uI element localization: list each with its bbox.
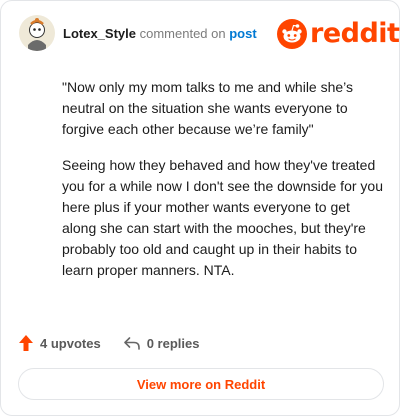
reddit-logo[interactable]: reddit — [277, 17, 400, 51]
comment-byline: Lotex_Style commented on post — [63, 26, 257, 41]
reddit-snoo-icon — [277, 19, 307, 49]
upvote-arrow-icon — [19, 335, 33, 351]
upvote-button[interactable]: 4 upvotes — [18, 334, 101, 352]
comment-card: Lotex_Style commented on post reddit "No… — [0, 0, 400, 416]
comment-body: "Now only my mom talks to me and while s… — [62, 77, 384, 296]
reddit-wordmark: reddit — [310, 18, 400, 49]
comment-paragraph-quote: "Now only my mom talks to me and while s… — [62, 79, 354, 137]
comment-actions: 4 upvotes 0 replies — [18, 334, 199, 352]
upvote-count: 4 upvotes — [40, 335, 101, 351]
comment-paragraph-main: Seeing how they behaved and how they've … — [62, 157, 383, 278]
reply-icon — [123, 337, 140, 350]
username[interactable]: Lotex_Style — [63, 26, 136, 41]
avatar[interactable] — [19, 15, 55, 51]
post-link[interactable]: post — [229, 26, 256, 41]
action-text: commented on — [139, 26, 226, 41]
view-more-button[interactable]: View more on Reddit — [18, 368, 384, 400]
reply-count: 0 replies — [146, 335, 200, 351]
reply-button[interactable]: 0 replies — [123, 335, 200, 351]
